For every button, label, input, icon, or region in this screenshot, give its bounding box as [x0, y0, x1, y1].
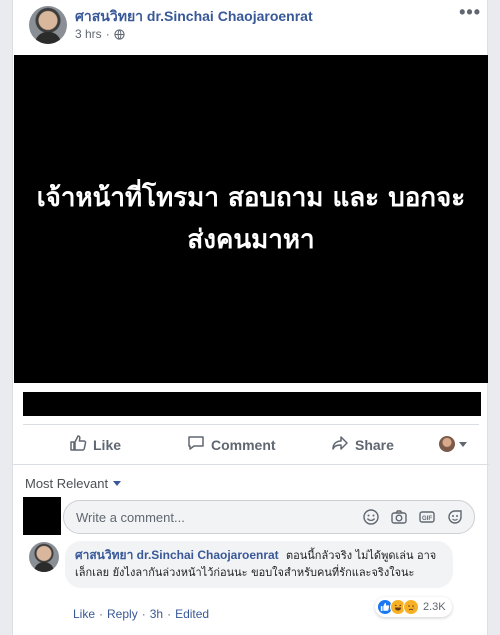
comment-like-link[interactable]: Like — [73, 607, 95, 621]
divider-bottom — [13, 464, 489, 465]
comment-button[interactable]: Comment — [187, 434, 276, 455]
comment-bubble: ศาสนวิทยา dr.Sinchai Chaojaroenrat ตอนนี… — [65, 541, 453, 588]
react-as-selector[interactable] — [439, 436, 467, 452]
sep: · — [141, 607, 146, 621]
post-image[interactable]: เจ้าหน้าที่โทรมา สอบถาม และ บอกจะส่งคนมา… — [14, 55, 488, 383]
comment-sort-dropdown[interactable]: Most Relevant — [25, 476, 122, 491]
divider-top — [23, 424, 479, 425]
profile-avatar — [439, 436, 455, 452]
post-image-text: เจ้าหน้าที่โทรมา สอบถาม และ บอกจะส่งคนมา… — [36, 183, 466, 255]
author-avatar[interactable] — [29, 6, 67, 44]
post-actions: Like Comment Share — [23, 426, 479, 462]
more-options-icon[interactable]: ••• — [459, 2, 481, 23]
post-time[interactable]: 3 hrs — [75, 27, 102, 41]
chevron-down-icon — [113, 481, 122, 486]
sep: · — [167, 607, 172, 621]
camera-icon[interactable] — [390, 508, 408, 526]
comment-composer[interactable]: GIF — [63, 500, 475, 534]
comment-label: Comment — [211, 436, 276, 453]
gif-icon[interactable]: GIF — [418, 508, 436, 526]
sep: · — [99, 607, 104, 621]
sad-icon — [403, 599, 419, 615]
composer-tools: GIF — [362, 508, 464, 526]
comment-time[interactable]: 3h — [150, 607, 163, 621]
comment-actions: Like · Reply · 3h · Edited — [73, 607, 209, 621]
comment-reply-link[interactable]: Reply — [107, 607, 138, 621]
post-header: ศาสนวิทยา dr.Sinchai Chaojaroenrat 3 hrs… — [13, 0, 489, 55]
sort-label: Most Relevant — [25, 476, 109, 491]
comment-icon — [187, 434, 205, 455]
share-button[interactable]: Share — [331, 434, 394, 455]
share-label: Share — [355, 436, 394, 453]
meta-separator: · — [105, 27, 110, 41]
globe-icon[interactable] — [114, 28, 125, 40]
commenter-avatar[interactable] — [29, 542, 59, 572]
comment-edited[interactable]: Edited — [175, 607, 209, 621]
author-name[interactable]: ศาสนวิทยา dr.Sinchai Chaojaroenrat — [75, 6, 313, 28]
chevron-down-icon — [459, 441, 467, 447]
thumbs-up-icon — [69, 434, 87, 455]
like-button[interactable]: Like — [69, 434, 121, 455]
post-meta: 3 hrs · — [75, 27, 125, 41]
like-label: Like — [93, 436, 122, 453]
comment-reactions[interactable]: 2.3K — [375, 597, 452, 617]
redacted-bar — [23, 392, 481, 416]
svg-text:GIF: GIF — [422, 516, 432, 522]
smile-icon[interactable] — [362, 508, 380, 526]
share-icon — [331, 434, 349, 455]
comment-input[interactable] — [76, 508, 346, 526]
composer-avatar — [23, 497, 61, 535]
post-card: ศาสนวิทยา dr.Sinchai Chaojaroenrat 3 hrs… — [12, 0, 489, 635]
sticker-icon[interactable] — [446, 508, 464, 526]
reaction-count: 2.3K — [423, 601, 446, 613]
comment-author[interactable]: ศาสนวิทยา dr.Sinchai Chaojaroenrat — [75, 548, 279, 562]
